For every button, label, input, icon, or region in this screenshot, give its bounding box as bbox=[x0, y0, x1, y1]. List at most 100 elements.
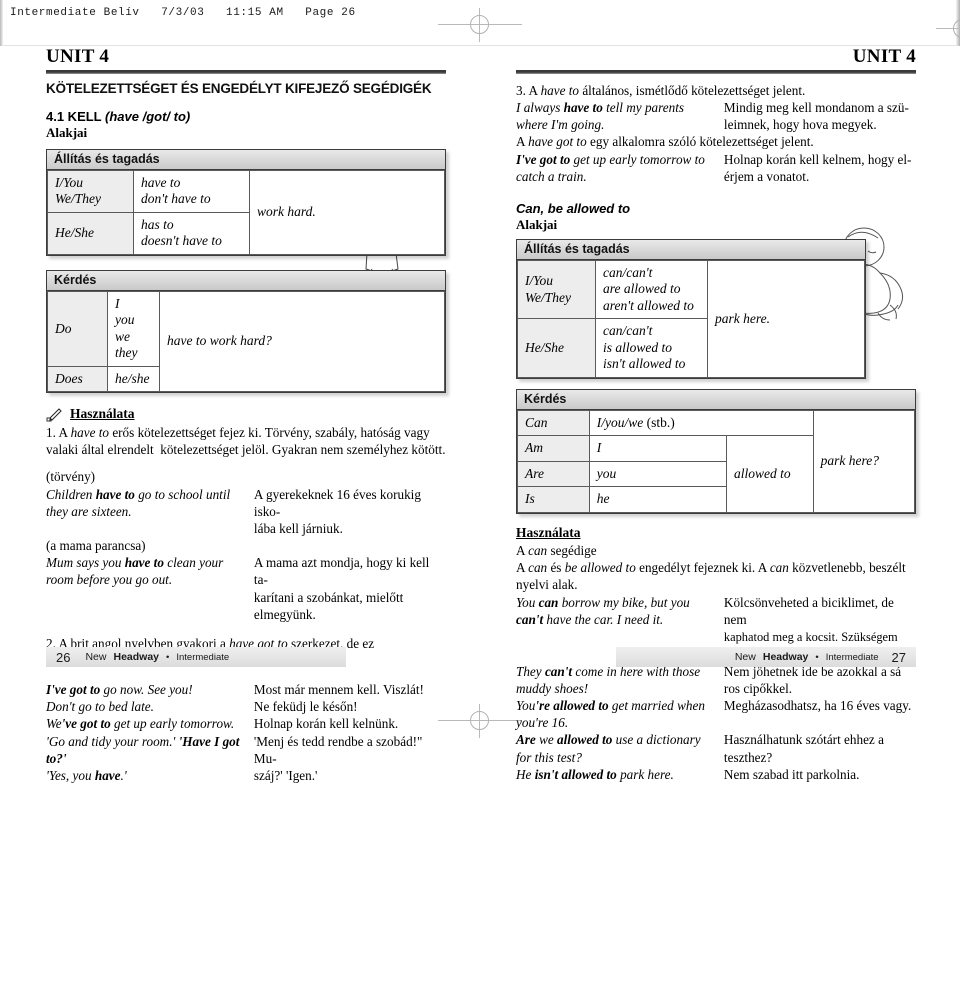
example-english: You're allowed to get married when you're… bbox=[516, 698, 705, 731]
right-usage-line-1: A can segédige bbox=[516, 542, 597, 558]
example-row: We've got to get up early tomorrow. Holn… bbox=[46, 715, 446, 732]
table-row: I/You We/They can/can't are allowed to a… bbox=[517, 259, 865, 378]
left-statement-header: Állítás és tagadás bbox=[47, 150, 445, 170]
right-page-footer: New Headway • Intermediate 27 bbox=[616, 647, 916, 667]
pencil-icon bbox=[46, 407, 62, 422]
brand-new: New bbox=[734, 651, 756, 663]
cell-forms: has to doesn't have to bbox=[133, 211, 250, 255]
right-page-number: 27 bbox=[891, 649, 906, 665]
left-alakjai-label: Alakjai bbox=[46, 125, 88, 140]
example-row: 'Yes, you have.' száj?' 'Igen.' bbox=[46, 767, 446, 784]
registration-mark-bottom bbox=[438, 704, 522, 738]
cell-subject: I bbox=[588, 435, 728, 462]
left-statement-box: Állítás és tagadás I/You We/They have to… bbox=[46, 149, 446, 256]
cell-complement: park here. bbox=[707, 259, 865, 378]
cell-subject: he/she bbox=[107, 365, 160, 393]
left-usage-title: Használata bbox=[70, 406, 135, 422]
example-hungarian: Holnap korán kell kelnem, hogy el-érjem … bbox=[723, 151, 912, 184]
example-hungarian: Használhatunk szótárt ehhez a teszthez? bbox=[723, 732, 884, 765]
right-question-table: Can I/you/we (stb.) park here? Am I allo… bbox=[517, 409, 916, 513]
right-unit-heading: UNIT 4 bbox=[852, 46, 916, 67]
right-usage-heading-row: Használata bbox=[516, 524, 916, 542]
brand-headway: Headway bbox=[762, 651, 809, 663]
right-statement-header: Állítás és tagadás bbox=[517, 239, 865, 260]
right-question-header: Kérdés bbox=[517, 389, 915, 410]
example-hungarian: A mama azt mondja, hogy ki kell ta-karít… bbox=[253, 555, 430, 622]
right-usage-title: Használata bbox=[516, 524, 581, 540]
right-statement-box: Állítás és tagadás I/You We/They can/can… bbox=[516, 238, 866, 379]
right-question-box: Kérdés Can I/you/we (stb.) park here? Am… bbox=[516, 388, 916, 514]
brand-level: Intermediate bbox=[825, 651, 879, 663]
left-page-number: 26 bbox=[56, 649, 71, 665]
registration-mark-right bbox=[932, 14, 960, 44]
example-english: Children have to go to school until they … bbox=[46, 486, 231, 519]
example-row: I've got to go now. See you! Most már me… bbox=[46, 681, 446, 698]
cell-subject: I/You We/They bbox=[517, 259, 596, 320]
example-hungarian: Nem jöhetnek ide be azokkal a sá ros cipő… bbox=[723, 663, 902, 696]
example-row: They can't come in here with those muddy … bbox=[516, 663, 916, 697]
table-row: I/You We/They have to don't have to work… bbox=[47, 170, 445, 255]
left-page-footer: 26 New Headway • Intermediate bbox=[46, 647, 346, 667]
example-row: Don't go to bed late. Ne feküdj le későn… bbox=[46, 698, 446, 715]
brand-level: Intermediate bbox=[176, 651, 230, 663]
example-english: They can't come in here with those muddy … bbox=[516, 663, 701, 696]
brand-separator: • bbox=[815, 651, 819, 663]
topic-english: (have /got/ to) bbox=[105, 109, 191, 124]
example-hungarian: Most már mennem kell. Viszlát! bbox=[253, 682, 424, 698]
example-row: Are we allowed to use a dictionary for th… bbox=[516, 731, 916, 765]
example-row: I always have to tell my parents where I'… bbox=[516, 99, 916, 133]
cell-subject: you bbox=[588, 460, 728, 488]
left-question-box: Kérdés Do I you we they have to work har… bbox=[46, 269, 446, 394]
left-section-title: KÖTELEZETTSÉGET ÉS ENGEDÉLYT KIFEJEZŐ SE… bbox=[46, 81, 432, 96]
example-english: We've got to get up early tomorrow. bbox=[46, 716, 235, 732]
cell-complement: have to work hard? bbox=[159, 290, 445, 393]
cell-subject: I/You We/They bbox=[47, 170, 134, 213]
spread-page: UNIT 4 KÖTELEZETTSÉGET ÉS ENGEDÉLYT KIFE… bbox=[0, 46, 960, 783]
cell-forms: have to don't have to bbox=[133, 170, 250, 213]
example-hungarian: Holnap korán kell kelnünk. bbox=[253, 716, 399, 732]
right-page-column: UNIT 4 3. A have to általános, ismétlődő… bbox=[516, 46, 916, 783]
table-row: Do I you we they have to work hard? bbox=[47, 290, 445, 393]
example-hungarian: száj?' 'Igen.' bbox=[253, 767, 318, 783]
topic-heading: 4.1 KELL (have /got/ to) bbox=[46, 109, 446, 124]
right-subhead-can: Can, be allowed to bbox=[516, 200, 631, 216]
example-english: 'Yes, you have.' bbox=[46, 767, 127, 783]
example-english: I've got to go now. See you! bbox=[46, 682, 193, 698]
example-english: Don't go to bed late. bbox=[46, 699, 154, 715]
cell-subject: he bbox=[588, 486, 728, 513]
cell-subject: I you we they bbox=[107, 290, 160, 367]
left-statement-table: I/You We/They have to don't have to work… bbox=[47, 170, 445, 255]
left-page-column: UNIT 4 KÖTELEZETTSÉGET ÉS ENGEDÉLYT KIFE… bbox=[46, 46, 446, 784]
right-point-3: 3. A have to általános, ismétlődő kötele… bbox=[516, 83, 806, 98]
label-mama: (a mama parancsa) bbox=[46, 538, 146, 554]
example-hungarian: Ne feküdj le későn! bbox=[253, 699, 358, 715]
left-heading-rule bbox=[46, 70, 446, 74]
cell-aux: Does bbox=[47, 365, 108, 393]
cell-aux: Am bbox=[517, 435, 590, 462]
topic-number: 4.1 KELL bbox=[46, 109, 102, 124]
brand-new: New bbox=[85, 651, 107, 663]
example-hungarian: Mindig meg kell mondanom a szü-leimnek, … bbox=[723, 100, 909, 133]
print-meta-text: Intermediate Belív 7/3/03 11:15 AM Page … bbox=[10, 7, 356, 19]
right-usage-line-2: A can és be allowed to engedélyt fejezne… bbox=[516, 559, 906, 592]
left-usage-heading-row: Használata bbox=[46, 405, 446, 423]
brand-headway: Headway bbox=[113, 651, 160, 663]
cell-aux: Do bbox=[47, 290, 108, 367]
example-hungarian: Nem szabad itt parkolnia. bbox=[723, 766, 860, 782]
registration-mark-top bbox=[438, 8, 522, 42]
right-point-3b: A have got to egy alkalomra szóló kötele… bbox=[516, 134, 814, 150]
example-row: 'Go and tidy your room.' 'Have I got to?… bbox=[46, 733, 446, 767]
cell-aux: Are bbox=[517, 460, 590, 488]
right-statement-table: I/You We/They can/can't are allowed to a… bbox=[517, 259, 865, 378]
example-row: Children have to go to school until they … bbox=[46, 486, 446, 537]
cell-aux: Is bbox=[517, 486, 590, 513]
example-english: 'Go and tidy your room.' 'Have I got to?… bbox=[46, 733, 240, 766]
example-english: I always have to tell my parents where I'… bbox=[516, 100, 685, 133]
cell-forms: can/can't are allowed to aren't allowed … bbox=[595, 259, 708, 320]
example-hungarian: 'Menj és tedd rendbe a szobád!" Mu- bbox=[253, 733, 423, 766]
cell-allowed-to: allowed to bbox=[726, 435, 814, 513]
example-row: Mum says you have to clean your room befo… bbox=[46, 554, 446, 623]
example-english: Mum says you have to clean your room befo… bbox=[46, 555, 224, 588]
right-examples-block: You can borrow my bike, but you can't hav… bbox=[516, 594, 916, 783]
cell-subject: I/you/we (stb.) bbox=[588, 409, 814, 437]
